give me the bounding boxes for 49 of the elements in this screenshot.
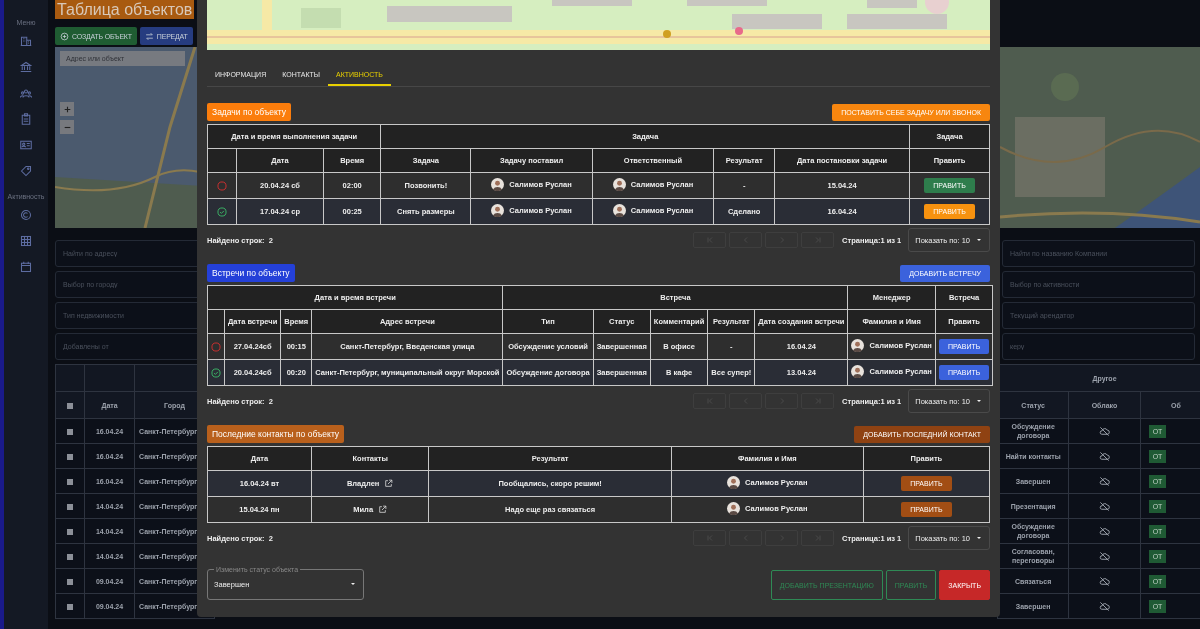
avatar-icon: [612, 178, 626, 191]
checkbox[interactable]: [67, 428, 73, 435]
cloud-off-icon: [1099, 525, 1110, 537]
caret-icon: [975, 534, 983, 542]
id-card-icon: [20, 139, 32, 151]
zoom-in-button[interactable]: [60, 102, 74, 116]
bank-icon: [20, 61, 32, 73]
avatar-icon: [727, 502, 741, 515]
checkbox[interactable]: [67, 503, 73, 510]
cloud-off-icon: [1099, 425, 1110, 437]
caret-icon: [349, 580, 357, 588]
building-icon: [20, 35, 32, 47]
avatar-icon: [727, 476, 741, 489]
avatar-icon: [491, 204, 505, 217]
caret-icon: [975, 397, 983, 405]
checkbox[interactable]: [67, 453, 73, 460]
tag-icon: [20, 165, 32, 177]
people-icon: [20, 87, 32, 99]
plus-icon: [62, 104, 72, 114]
circle-icon: [20, 209, 32, 221]
calendar-icon: [20, 261, 32, 273]
avatar-icon: [851, 339, 865, 352]
avatar-icon: [612, 204, 626, 217]
zoom-out-button[interactable]: [60, 120, 74, 134]
arrows-icon: [144, 31, 154, 41]
checkbox[interactable]: [67, 528, 73, 535]
cloud-off-icon: [1099, 450, 1110, 462]
external-link-icon: [384, 479, 394, 488]
checkbox[interactable]: [67, 478, 73, 485]
cloud-off-icon: [1099, 600, 1110, 612]
plus-circle-icon: [60, 31, 69, 41]
checkbox[interactable]: [67, 402, 73, 409]
section-title: Последние контакты по объекту: [207, 425, 345, 443]
cloud-off-icon: [1099, 500, 1110, 512]
section-title: Задачи по объекту: [207, 103, 291, 121]
avatar-icon: [851, 365, 865, 378]
external-link-icon: [378, 505, 388, 514]
section-title: Встречи по объекту: [207, 264, 295, 282]
checkbox[interactable]: [67, 578, 73, 585]
grid-icon: [20, 235, 32, 247]
cloud-off-icon: [1099, 550, 1110, 562]
avatar-icon: [491, 178, 505, 191]
clipboard-icon: [20, 113, 32, 125]
checkbox[interactable]: [67, 603, 73, 610]
page-title: Таблица объектов: [55, 0, 195, 19]
cloud-off-icon: [1099, 475, 1110, 487]
caret-icon: [975, 236, 983, 244]
checkbox[interactable]: [67, 553, 73, 560]
cloud-off-icon: [1099, 575, 1110, 587]
